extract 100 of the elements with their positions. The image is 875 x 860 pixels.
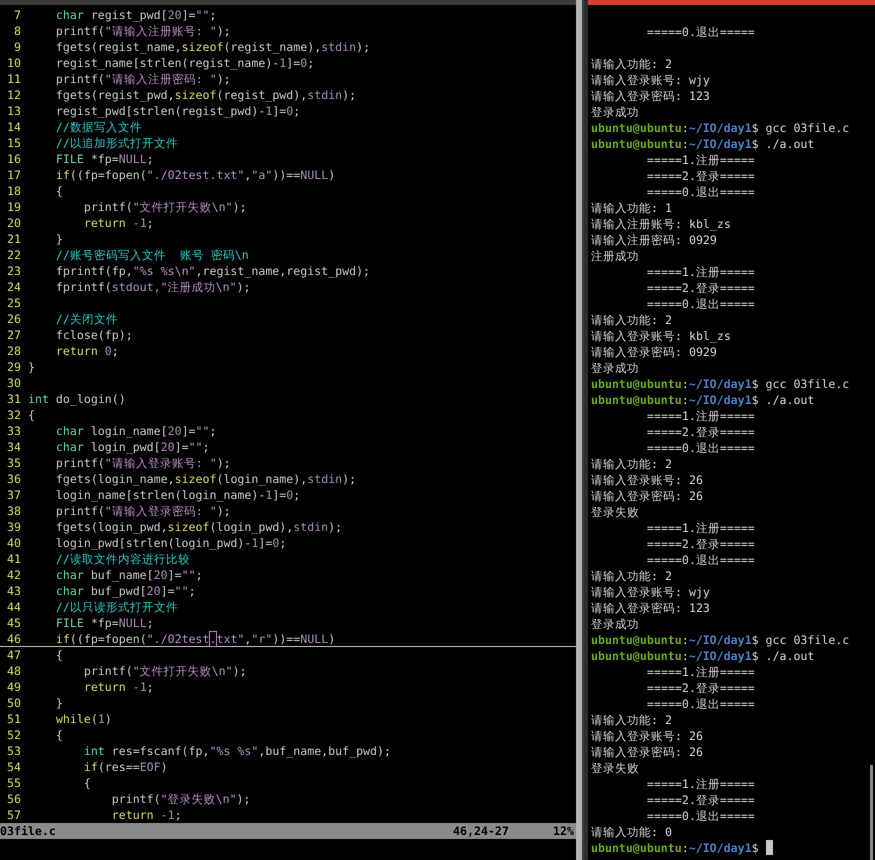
prompt-user: ubuntu@ubuntu: [591, 392, 682, 408]
code-line: }: [54, 231, 63, 247]
code-line: }: [28, 359, 35, 375]
prompt-path: ~/IO/day1: [688, 392, 752, 408]
line-number: 38: [6, 503, 22, 519]
line-number: 27: [6, 327, 22, 343]
code-line: //关闭文件: [54, 311, 118, 327]
code-line: printf("登录失败\n");: [110, 791, 251, 807]
prompt-separator: :: [682, 376, 689, 392]
scroll-percent: 12%: [553, 823, 574, 839]
line-number: 55: [6, 775, 22, 791]
line-number: 53: [6, 743, 22, 759]
line-number: 51: [6, 711, 22, 727]
menu-output: =====0.退出=====: [647, 184, 755, 200]
menu-output: =====2.登录=====: [647, 424, 755, 440]
shell-command: $ gcc 03file.c: [752, 120, 850, 136]
line-number: 35: [6, 455, 22, 471]
code-line: return 0;: [54, 343, 119, 359]
scrollbar[interactable]: [576, 0, 584, 860]
menu-output: =====1.注册=====: [647, 152, 755, 168]
line-number: 46: [6, 631, 22, 646]
line-number: 20: [6, 215, 22, 231]
line-number: 32: [6, 407, 22, 423]
prompt-path: ~/IO/day1: [688, 120, 752, 136]
output-line: 登录成功: [591, 360, 639, 376]
menu-output: =====0.退出=====: [647, 440, 755, 456]
code-line: if(res==EOF): [82, 759, 168, 775]
shell-command: $ gcc 03file.c: [752, 376, 850, 392]
line-number: 22: [6, 247, 22, 263]
line-number: 16: [6, 151, 22, 167]
line-number: 13: [6, 103, 22, 119]
line-number: 36: [6, 471, 22, 487]
code-line: if((fp=fopen("./02test.txt","a"))==NULL): [54, 167, 336, 183]
output-line: 请输入注册密码: 0929: [591, 232, 717, 248]
line-number: 34: [6, 439, 22, 455]
shell-command: $ ./a.out: [752, 648, 814, 664]
code-line: FILE *fp=NULL;: [54, 151, 154, 167]
code-line: {: [54, 647, 63, 663]
menu-output: =====1.注册=====: [647, 264, 755, 280]
line-number: 15: [6, 135, 22, 151]
menu-output: =====1.注册=====: [647, 520, 755, 536]
line-number: 57: [6, 807, 22, 823]
code-line: printf("请输入登录密码: ");: [54, 503, 231, 519]
menu-output: =====1.注册=====: [647, 776, 755, 792]
code-line: fprintf(fp,"%s %s\n",regist_name,regist_pwd);: [54, 263, 370, 279]
output-line: 请输入登录账号: 26: [591, 472, 703, 488]
line-number: 11: [6, 71, 22, 87]
prompt-user: ubuntu@ubuntu: [591, 648, 682, 664]
code-line: login_name[strlen(login_name)-1]=0;: [54, 487, 300, 503]
output-line: 请输入登录密码: 123: [591, 88, 710, 104]
code-line: //以只读形式打开文件: [54, 599, 178, 615]
output-line: 登录失败: [591, 504, 639, 520]
line-number: 30: [6, 375, 22, 391]
prompt-user: ubuntu@ubuntu: [591, 136, 682, 152]
output-line: 请输入登录账号: kbl_zs: [591, 328, 731, 344]
output-line: 请输入登录密码: 26: [591, 744, 703, 760]
code-line: printf("文件打开失败\n");: [82, 663, 247, 679]
prompt-path: ~/IO/day1: [688, 136, 752, 152]
line-number: 17: [6, 167, 22, 183]
prompt-path: ~/IO/day1: [688, 648, 752, 664]
menu-output: =====0.退出=====: [647, 552, 755, 568]
code-line: fgets(login_name,sizeof(login_name),stdin);: [54, 471, 356, 487]
output-line: 请输入登录密码: 0929: [591, 344, 717, 360]
code-line: fgets(regist_name,sizeof(regist_name),stdin);: [54, 39, 370, 55]
output-line: 注册成功: [591, 248, 639, 264]
output-line: 请输入功能: 1: [591, 200, 672, 216]
code-line: char regist_pwd[20]="";: [54, 7, 216, 23]
code-line: char buf_name[20]="";: [54, 567, 203, 583]
line-number: 23: [6, 263, 22, 279]
prompt-user: ubuntu@ubuntu: [591, 840, 682, 856]
menu-output: =====0.退出=====: [647, 24, 755, 40]
code-line: char login_pwd[20]="";: [54, 439, 210, 455]
code-line: {: [28, 407, 35, 423]
output-line: 请输入登录密码: 123: [591, 600, 710, 616]
code-line: printf("文件打开失败\n");: [82, 199, 247, 215]
line-number: 43: [6, 583, 22, 599]
code-line: if((fp=fopen("./02test.txt","r"))==NULL): [54, 631, 336, 646]
code-line: login_pwd[strlen(login_pwd)-1]=0;: [54, 535, 286, 551]
output-line: 请输入功能: 2: [591, 568, 672, 584]
code-line: fgets(regist_pwd,sizeof(regist_pwd),stdin);: [54, 87, 356, 103]
line-number: 14: [6, 119, 22, 135]
menu-output: =====2.登录=====: [647, 280, 755, 296]
shell-command: $ ./a.out: [752, 136, 814, 152]
prompt-separator: :: [682, 632, 689, 648]
output-line: 请输入功能: 2: [591, 456, 672, 472]
code-line: while(1): [54, 711, 112, 727]
scrollbar[interactable]: [870, 765, 873, 860]
line-number: 48: [6, 663, 22, 679]
prompt-path: ~/IO/day1: [688, 632, 752, 648]
output-line: 请输入登录账号: 26: [591, 728, 703, 744]
code-line: //以追加形式打开文件: [54, 135, 178, 151]
shell-command: $ gcc 03file.c: [752, 632, 850, 648]
output-line: 请输入功能: 2: [591, 56, 672, 72]
output-line: 登录失败: [591, 760, 639, 776]
line-number: 45: [6, 615, 22, 631]
menu-output: =====2.登录=====: [647, 536, 755, 552]
line-number: 29: [6, 359, 22, 375]
code-line: //数据写入文件: [54, 119, 142, 135]
code-line: FILE *fp=NULL;: [54, 615, 154, 631]
line-number: 44: [6, 599, 22, 615]
